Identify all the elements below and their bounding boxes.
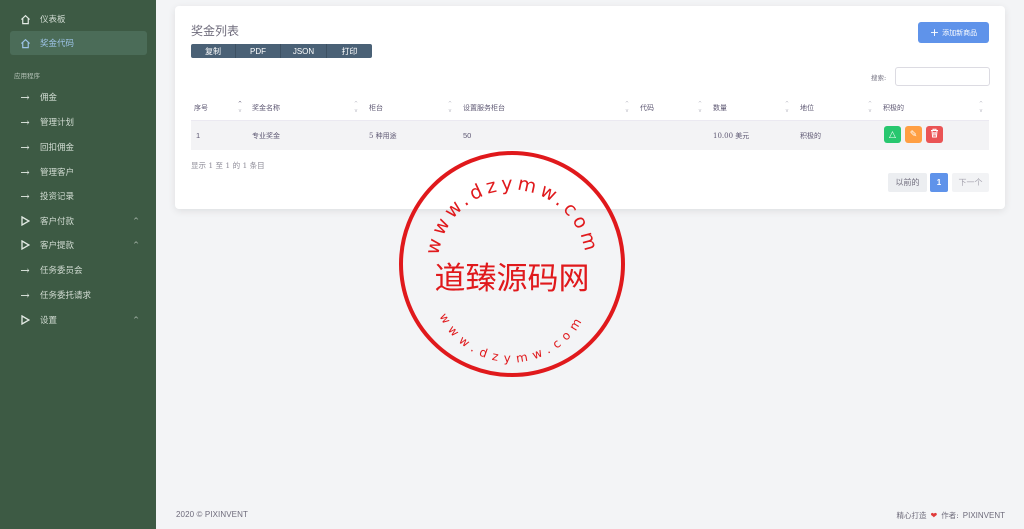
- delete-action-button[interactable]: [926, 126, 943, 143]
- sidebar-item-label: 设置: [40, 316, 58, 326]
- sidebar-item-label: 任务委员会: [40, 266, 83, 276]
- sidebar-item-manage-customers[interactable]: → 管理客户: [10, 160, 147, 184]
- sidebar-item-dashboard[interactable]: 仪表板: [10, 7, 147, 31]
- column-header-name[interactable]: 奖金名称: [252, 103, 280, 113]
- pencil-icon: ✎: [909, 129, 918, 140]
- cell-status: 积极的: [800, 132, 821, 140]
- play-icon: [17, 315, 33, 325]
- add-button-label: 添加新商品: [942, 28, 978, 37]
- json-button[interactable]: JSON: [281, 44, 327, 58]
- sidebar-item-label: 管理计划: [40, 118, 75, 128]
- column-header-active[interactable]: 积极的: [883, 103, 904, 113]
- arrow-right-icon: →: [20, 263, 30, 277]
- stamp-ring-text-bottom: www.dzymw.com: [437, 311, 588, 366]
- sidebar-item-label: 回扣佣金: [40, 143, 75, 153]
- arrow-right-icon: →: [20, 90, 30, 104]
- search-input[interactable]: [895, 67, 990, 86]
- sidebar-item-manage-plans[interactable]: → 管理计划: [10, 110, 147, 134]
- footer-made-with: 精心打造: [896, 511, 927, 520]
- footer-credits: 精心打造 ❤ 作者: PIXINVENT: [897, 510, 1005, 521]
- copy-button[interactable]: 复制: [191, 44, 236, 58]
- triangle-icon: △: [889, 129, 896, 140]
- chevron-up-icon: ^: [133, 316, 139, 324]
- sidebar-item-settings[interactable]: 设置 ^: [10, 308, 147, 332]
- sidebar-section-label: 应用程序: [14, 72, 40, 80]
- column-header-status[interactable]: 地位: [800, 103, 814, 113]
- chevron-up-icon: ^: [133, 241, 139, 249]
- trash-icon: [930, 128, 939, 141]
- search-label: 搜索:: [871, 74, 887, 82]
- heart-icon: ❤: [930, 511, 938, 520]
- sidebar-item-customer-payments[interactable]: 客户付款 ^: [10, 209, 147, 233]
- chevron-up-icon: ^: [133, 217, 139, 225]
- sort-icon[interactable]: ^ v: [237, 101, 243, 115]
- cell-amount: 10.00 美元: [713, 132, 750, 140]
- column-header-index[interactable]: 序号: [194, 103, 208, 113]
- column-header-counter[interactable]: 柜台: [369, 103, 383, 113]
- table-info: 显示 1 至 1 的 1 条目: [191, 161, 265, 170]
- sidebar-item-task-committee[interactable]: → 任务委员会: [10, 258, 147, 282]
- watermark-stamp: www.dzymw.com www.dzymw.com 道臻源码网: [399, 151, 625, 377]
- pdf-button[interactable]: PDF: [236, 44, 281, 58]
- home-icon: [17, 38, 33, 49]
- edit-action-button[interactable]: ✎: [905, 126, 922, 143]
- table-row: 1 专业奖金 5 种用途 50 10.00 美元 积极的 △ ✎: [191, 121, 989, 150]
- arrow-right-icon: →: [20, 140, 30, 154]
- pagination-previous-button[interactable]: 以前的: [888, 173, 927, 192]
- sidebar-item-bonus-code[interactable]: 奖金代码: [10, 31, 147, 55]
- sort-icon[interactable]: ^ v: [784, 101, 790, 115]
- sort-icon[interactable]: ^ v: [624, 101, 630, 115]
- export-button-group: 复制 PDF JSON 打印: [191, 44, 372, 58]
- pagination-next-button[interactable]: 下一个: [952, 173, 989, 192]
- status-action-button[interactable]: △: [884, 126, 901, 143]
- column-header-amount[interactable]: 数量: [713, 103, 727, 113]
- sidebar-item-label: 任务委托请求: [40, 291, 92, 301]
- arrow-right-icon: →: [20, 189, 30, 203]
- arrow-right-icon: →: [20, 288, 30, 302]
- arrow-right-icon: →: [20, 115, 30, 129]
- column-header-service-counter[interactable]: 设置服务柜台: [463, 103, 505, 113]
- sort-icon[interactable]: ^ v: [867, 101, 873, 115]
- add-new-item-button[interactable]: + 添加新商品: [918, 22, 989, 43]
- sidebar-item-customer-withdrawals[interactable]: 客户提款 ^: [10, 233, 147, 257]
- sort-icon[interactable]: ^ v: [353, 101, 359, 115]
- table-header: 序号 ^ v 奖金名称 ^ v 柜台 ^ v 设置服务柜台 ^ v 代码 ^ v 数量 ^…: [191, 98, 989, 121]
- footer-author-label: 作者:: [941, 511, 959, 520]
- sidebar: 仪表板 奖金代码 应用程序 → 佣金 → 管理计划 → 回扣佣金 → 管理客户 …: [0, 0, 156, 529]
- cell-service-counter: 50: [463, 131, 472, 140]
- arrow-right-icon: →: [20, 165, 30, 179]
- print-button[interactable]: 打印: [327, 44, 372, 58]
- sidebar-item-label: 投资记录: [40, 192, 75, 202]
- sort-icon[interactable]: ^ v: [697, 101, 703, 115]
- home-icon: [17, 14, 33, 25]
- cell-index: 1: [196, 131, 201, 140]
- sidebar-item-task-commission-requests[interactable]: → 任务委托请求: [10, 283, 147, 307]
- plus-icon: +: [929, 26, 940, 39]
- card-title: 奖金列表: [191, 24, 240, 38]
- sidebar-item-label: 佣金: [40, 93, 58, 103]
- stamp-ring-text-top: www.dzymw.com: [421, 173, 602, 257]
- sidebar-item-label: 仪表板: [40, 15, 66, 25]
- sidebar-item-investment-records[interactable]: → 投资记录: [10, 184, 147, 208]
- cell-name: 专业奖金: [252, 132, 280, 140]
- play-icon: [17, 240, 33, 250]
- footer-copyright: 2020 © PIXINVENT: [176, 510, 248, 519]
- sidebar-item-label: 客户付款: [40, 217, 75, 227]
- pagination-page-1[interactable]: 1: [930, 173, 948, 192]
- play-icon: [17, 216, 33, 226]
- column-header-code[interactable]: 代码: [640, 103, 654, 113]
- sort-icon[interactable]: ^ v: [978, 101, 984, 115]
- footer-author-link[interactable]: PIXINVENT: [963, 511, 1005, 520]
- stamp-center-text: 道臻源码网: [435, 261, 590, 297]
- sidebar-item-label: 客户提款: [40, 241, 75, 251]
- sidebar-item-label: 管理客户: [40, 168, 75, 178]
- sidebar-item-commission[interactable]: → 佣金: [10, 85, 147, 109]
- cell-counter: 5 种用途: [369, 132, 397, 140]
- sidebar-item-rebate-commission[interactable]: → 回扣佣金: [10, 135, 147, 159]
- sort-icon[interactable]: ^ v: [447, 101, 453, 115]
- sidebar-item-label: 奖金代码: [40, 39, 75, 49]
